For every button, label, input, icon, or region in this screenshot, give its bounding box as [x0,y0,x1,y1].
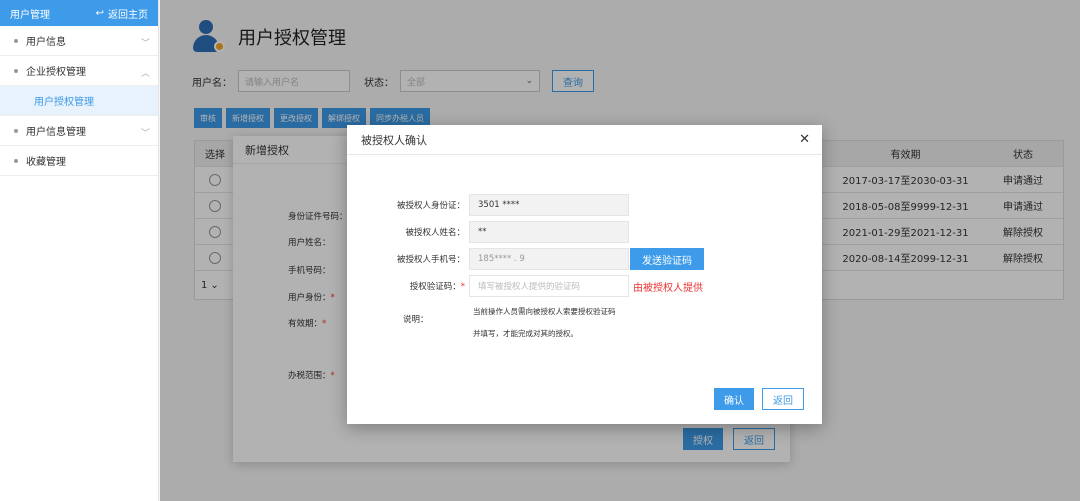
name-field: ** [469,221,629,243]
return-button[interactable]: 返回 [762,388,804,410]
sidebar: 用户管理 ↩ 返回主页 用户信息 ﹀ 企业授权管理 ︿ 用户授权管理 用户信息管… [0,0,159,501]
code-input[interactable]: 填写被授权人提供的验证码 [469,275,629,297]
confirm-dialog-title: 被授权人确认 [361,133,427,147]
name-label: 被授权人姓名： [405,228,465,238]
explain-text: 当前操作人员需向被授权人索要授权验证码 并填写，才能完成对其的授权。 [473,301,673,345]
sidebar-item-label: 企业授权管理 [26,67,86,78]
sidebar-item-label: 用户信息 [26,37,66,48]
bullet-icon [14,158,18,163]
bullet-icon [14,128,18,133]
close-icon[interactable]: ✕ [799,132,810,147]
explain-label: 说明： [403,315,429,325]
explain-line: 当前操作人员需向被授权人索要授权验证码 [473,307,616,316]
sidebar-header: 用户管理 ↩ 返回主页 [0,0,158,26]
sidebar-item-user-auth[interactable]: 用户授权管理 [0,86,158,116]
sidebar-item-favorites[interactable]: 收藏管理 [0,146,158,176]
phone-field: 185**** . 9 [469,248,629,270]
back-home-label: 返回主页 [108,9,148,21]
id-field: 3501 **** [469,194,629,216]
phone-row: 被授权人手机号： 185**** . 9 发送验证码 [347,248,704,270]
chevron-down-icon: ﹀ [140,39,150,49]
sidebar-item-user-info-manage[interactable]: 用户信息管理 ﹀ [0,116,158,146]
back-home-link[interactable]: ↩ 返回主页 [96,6,148,21]
sidebar-title: 用户管理 [10,9,50,21]
id-label: 被授权人身份证： [396,201,465,211]
sidebar-item-label: 用户信息管理 [26,127,86,138]
chevron-up-icon: ︿ [140,69,150,79]
bullet-icon [14,38,18,43]
name-row: 被授权人姓名： ** [347,221,629,243]
code-hint: 由被授权人提供 [633,282,703,294]
confirm-dialog: 被授权人确认 ✕ 被授权人身份证： 3501 **** 被授权人姓名： ** 被… [347,125,822,424]
confirm-button[interactable]: 确认 [714,388,754,410]
code-row: 授权验证码：* 填写被授权人提供的验证码 由被授权人提供 [347,275,703,297]
code-label: 授权验证码：* [409,282,465,292]
sidebar-item-label: 收藏管理 [26,157,66,168]
send-code-button[interactable]: 发送验证码 [630,248,704,270]
sidebar-item-label: 用户授权管理 [34,97,94,108]
chevron-down-icon: ﹀ [140,129,150,139]
bullet-icon [14,68,18,73]
id-row: 被授权人身份证： 3501 **** [347,194,629,216]
explain-line: 并填写，才能完成对其的授权。 [473,329,578,338]
sidebar-item-user-info[interactable]: 用户信息 ﹀ [0,26,158,56]
confirm-dialog-header: 被授权人确认 ✕ [347,125,822,155]
sidebar-item-enterprise-auth[interactable]: 企业授权管理 ︿ [0,56,158,86]
back-arrow-icon: ↩ [95,7,104,19]
phone-label: 被授权人手机号： [396,255,465,265]
